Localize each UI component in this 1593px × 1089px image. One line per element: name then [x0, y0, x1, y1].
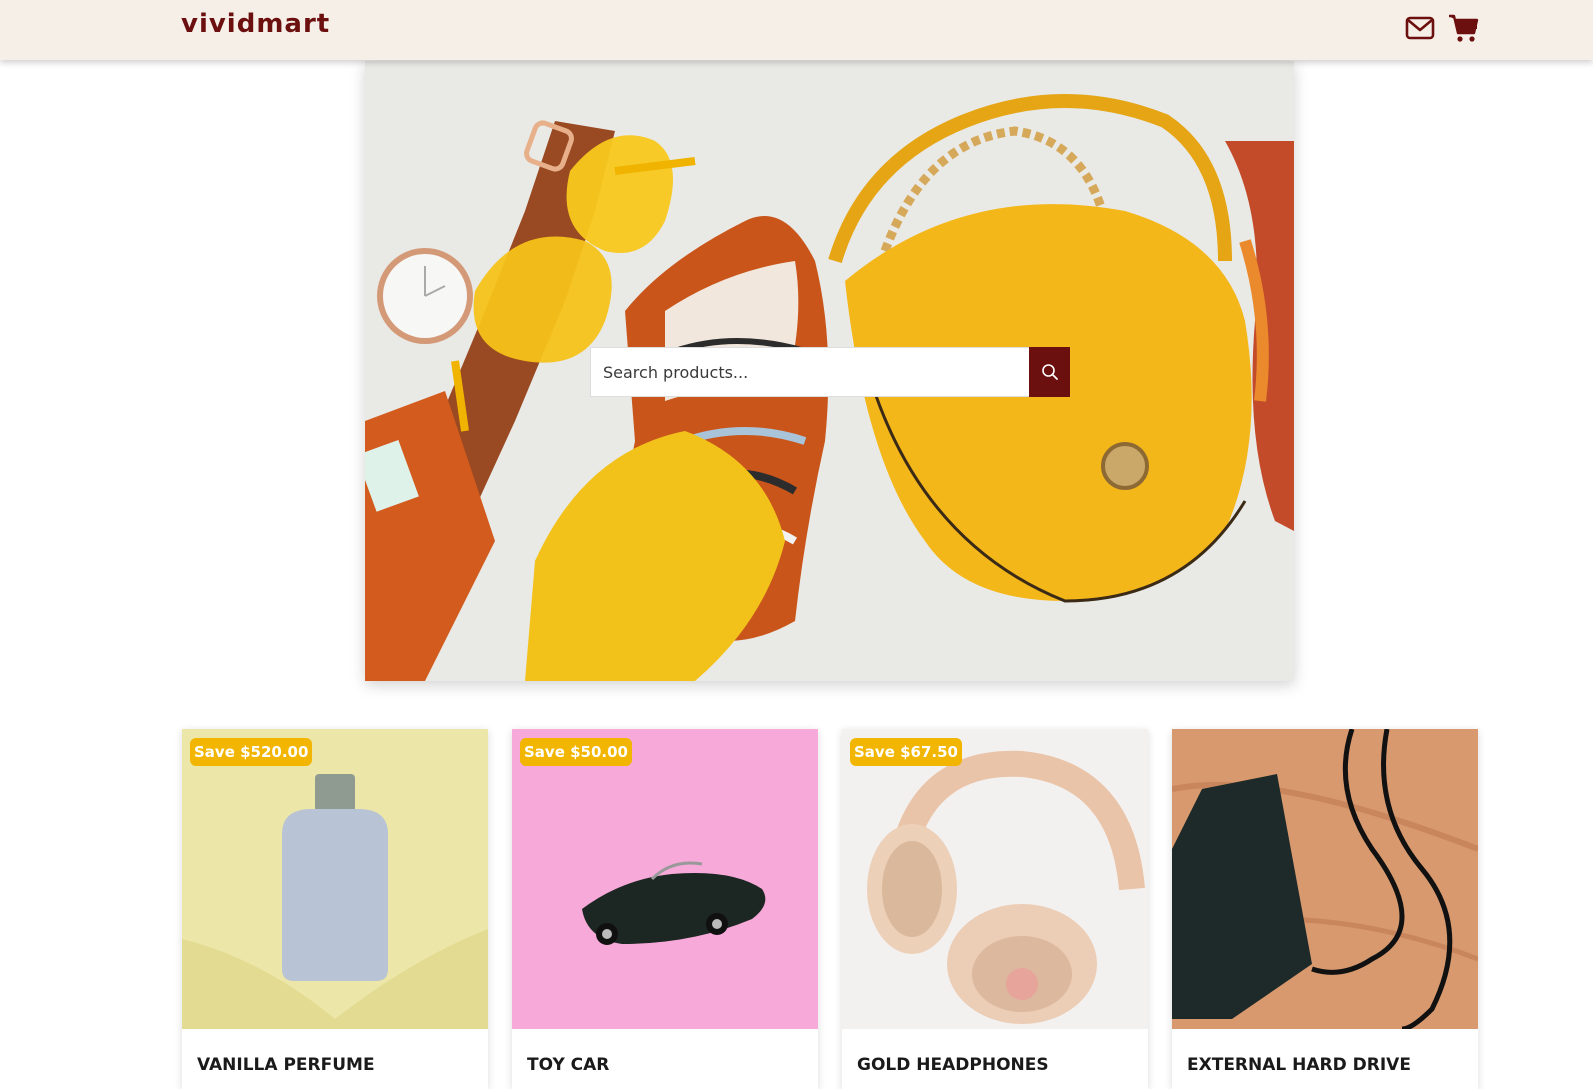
- site-logo[interactable]: vividmart: [181, 9, 330, 39]
- product-card[interactable]: EXTERNAL HARD DRIVE: [1172, 729, 1478, 1089]
- product-grid: Save $520.00 VANILLA PERFUME Save $50.00…: [182, 729, 1478, 1089]
- search-button[interactable]: [1029, 347, 1070, 397]
- search-bar: [590, 347, 1070, 397]
- cart-icon: [1449, 14, 1479, 42]
- product-card[interactable]: Save $520.00 VANILLA PERFUME: [182, 729, 488, 1089]
- product-name[interactable]: EXTERNAL HARD DRIVE: [1187, 1055, 1411, 1075]
- product-name[interactable]: TOY CAR: [527, 1055, 609, 1075]
- mail-button[interactable]: [1404, 12, 1436, 44]
- hero-banner: [365, 61, 1294, 681]
- product-card[interactable]: Save $67.50 GOLD HEADPHONES: [842, 729, 1148, 1089]
- mail-icon: [1405, 16, 1435, 40]
- product-name[interactable]: GOLD HEADPHONES: [857, 1055, 1049, 1075]
- discount-badge: Save $520.00: [190, 738, 313, 766]
- product-image: Save $67.50: [842, 729, 1148, 1029]
- discount-badge: Save $67.50: [850, 738, 962, 766]
- product-image: Save $520.00: [182, 729, 488, 1029]
- search-icon: [1041, 364, 1058, 380]
- product-image: Save $50.00: [512, 729, 818, 1029]
- product-image: [1172, 729, 1478, 1029]
- cart-button[interactable]: [1448, 12, 1480, 44]
- site-header: vividmart: [0, 0, 1593, 60]
- product-card[interactable]: Save $50.00 TOY CAR: [512, 729, 818, 1089]
- search-input[interactable]: [590, 347, 1029, 397]
- product-name[interactable]: VANILLA PERFUME: [197, 1055, 375, 1075]
- discount-badge: Save $50.00: [520, 738, 632, 766]
